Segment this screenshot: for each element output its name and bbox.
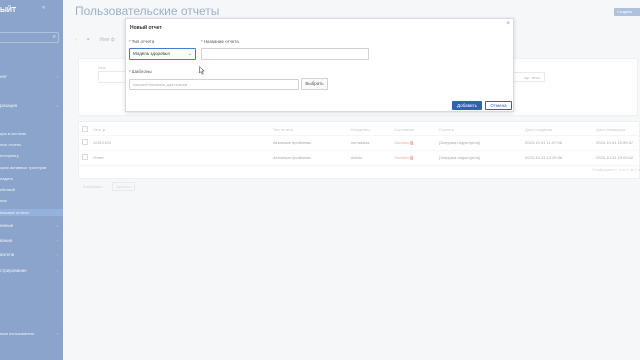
- cancel-button[interactable]: Отмена: [485, 101, 512, 110]
- templates-label: *Шаблоны: [129, 69, 152, 74]
- add-button[interactable]: Добавить: [452, 101, 482, 110]
- report-name-label: *Название отчета: [201, 39, 239, 44]
- dialog-title: Новый отчет: [130, 25, 162, 31]
- close-icon[interactable]: ×: [506, 21, 510, 27]
- new-report-dialog: Новый отчет × *Тип отчета Модель здоровь…: [125, 18, 514, 112]
- chevron-down-icon: ⌄: [187, 51, 192, 57]
- mouse-cursor-icon: [199, 66, 205, 75]
- report-type-select[interactable]: Модель здоровья ⌄: [129, 48, 196, 60]
- report-type-label: *Тип отчета: [129, 39, 155, 44]
- template-search-input[interactable]: начните печатать для поиска: [129, 79, 299, 90]
- report-type-value: Модель здоровья: [133, 51, 170, 56]
- report-name-input[interactable]: [201, 48, 369, 60]
- choose-template-button[interactable]: Выбрать: [301, 78, 328, 90]
